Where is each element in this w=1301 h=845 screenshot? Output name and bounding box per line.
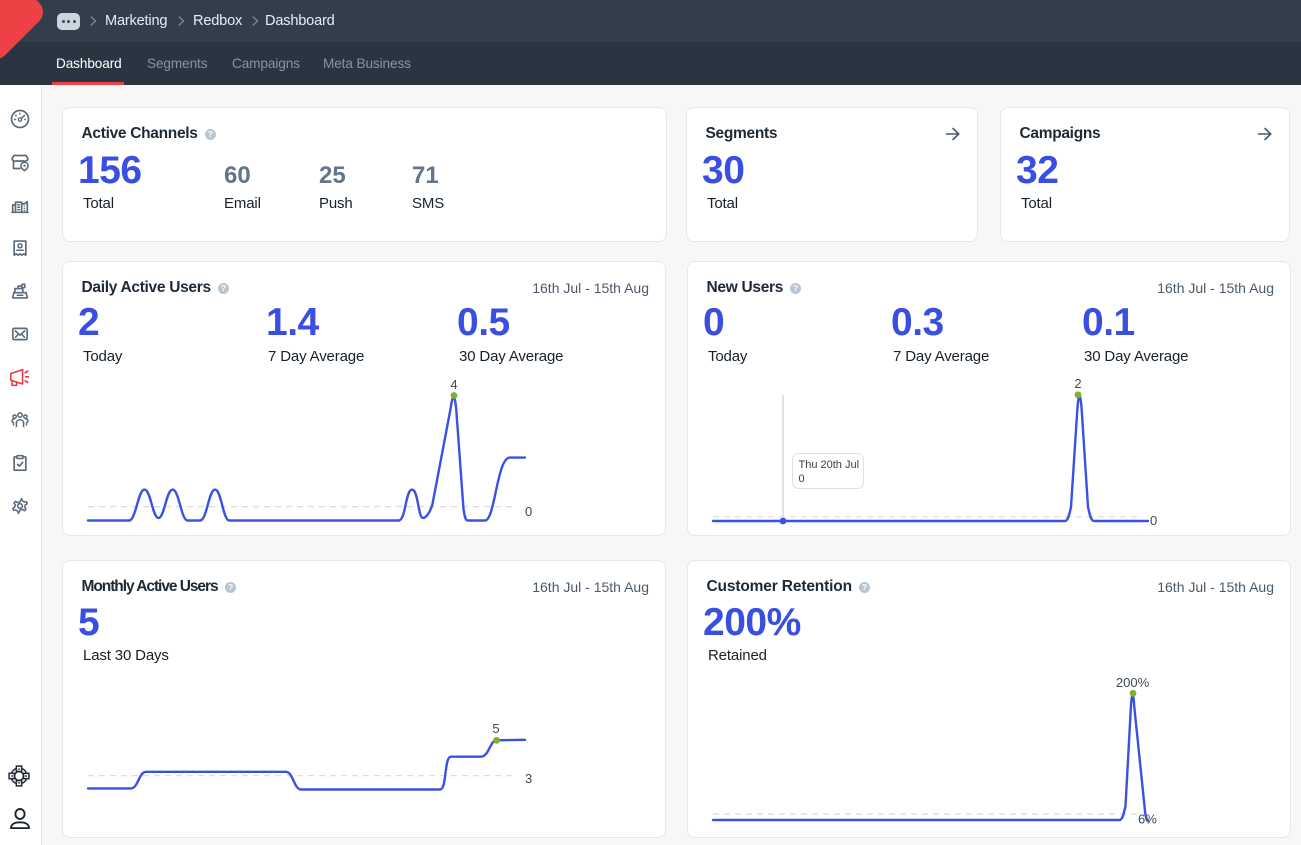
svg-text:0: 0 xyxy=(525,504,532,519)
svg-text:5: 5 xyxy=(492,721,499,736)
svg-text:Thu 20th Jul: Thu 20th Jul xyxy=(799,459,860,471)
svg-text:6%: 6% xyxy=(1138,812,1157,827)
svg-text:4: 4 xyxy=(450,377,457,392)
svg-text:3: 3 xyxy=(525,771,532,786)
svg-text:2: 2 xyxy=(1074,376,1081,391)
svg-text:0: 0 xyxy=(799,473,805,485)
svg-text:200%: 200% xyxy=(1116,675,1150,690)
svg-text:0: 0 xyxy=(1150,513,1157,528)
